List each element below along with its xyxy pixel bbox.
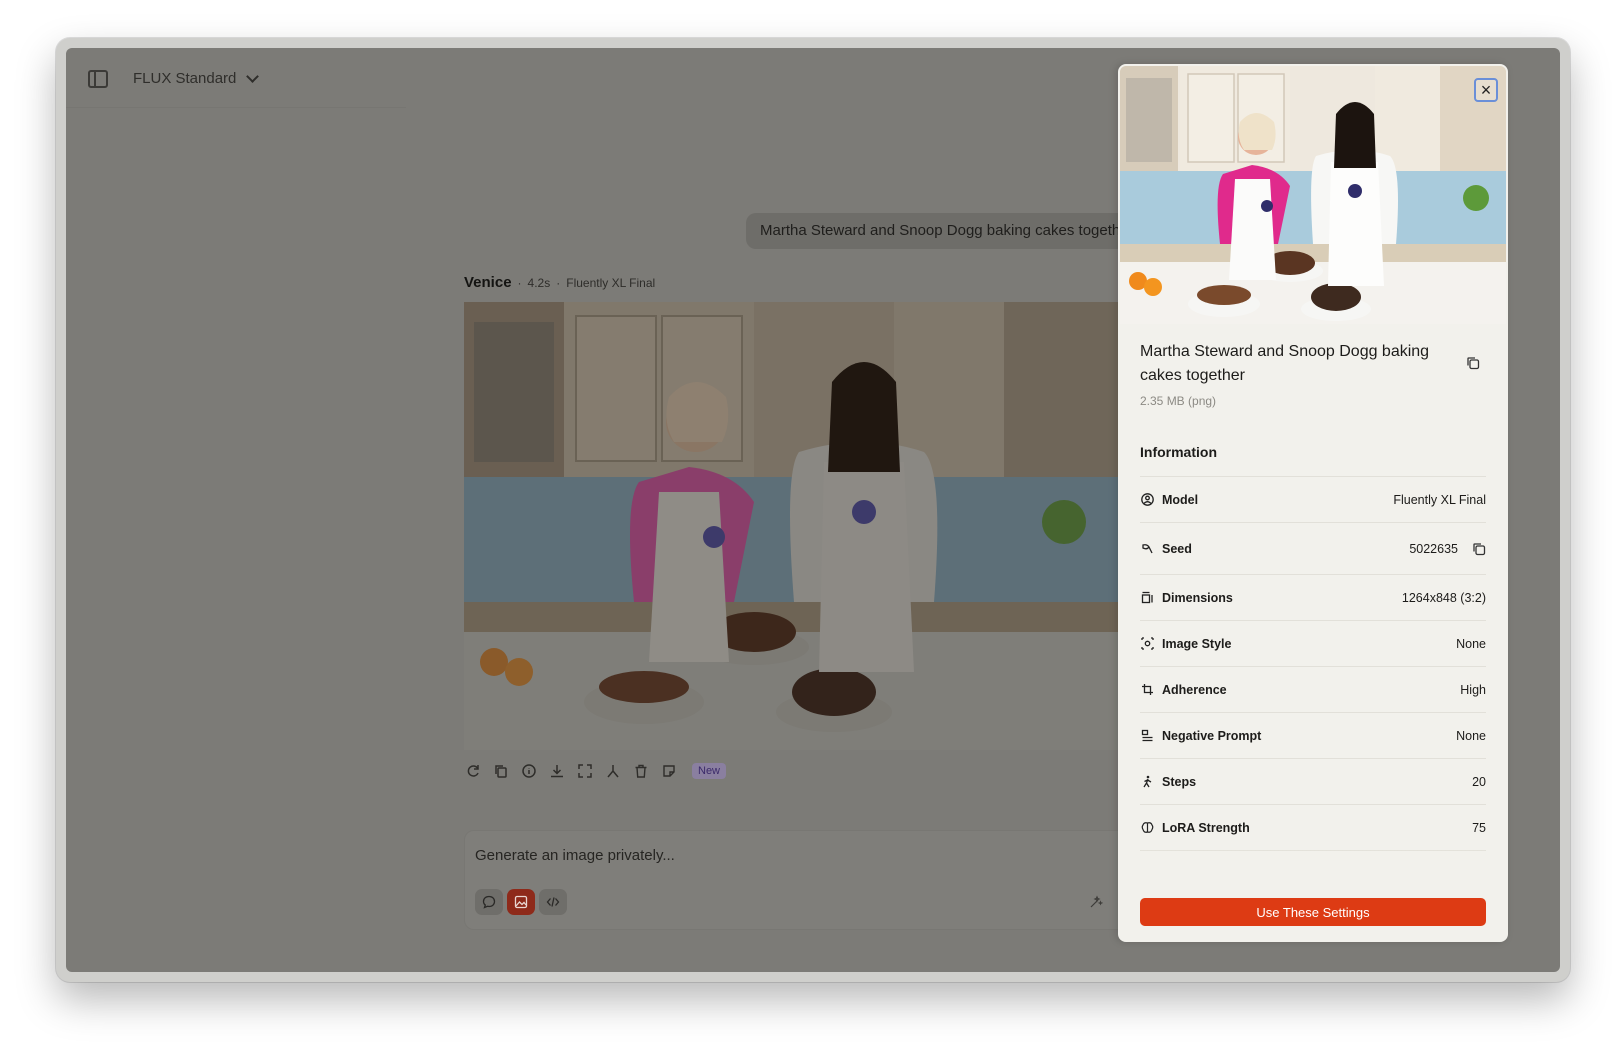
model-select-label: FLUX Standard [133, 70, 237, 87]
prompt-input[interactable] [475, 843, 1075, 867]
app-content: FLUX Standard Martha Steward and Snoop D… [66, 48, 1560, 972]
bot-meta: Venice · 4.2s · Fluently XL Final [464, 274, 656, 291]
seed-icon [1140, 542, 1154, 556]
close-icon[interactable]: × [1474, 78, 1498, 102]
info-icon[interactable] [520, 762, 538, 780]
enhance-prompt-icon[interactable] [1083, 889, 1109, 915]
new-badge: New [692, 763, 727, 779]
info-row-image-style: Image Style None [1140, 620, 1486, 666]
info-row-seed: Seed 5022635 [1140, 522, 1486, 574]
info-list: Model Fluently XL Final Seed 5022635 Dim… [1140, 476, 1486, 878]
kitchen-scene-illustration [464, 302, 1124, 750]
text-lines-icon [1140, 729, 1154, 743]
prompt-input-box [464, 830, 1164, 930]
regenerate-icon[interactable] [464, 762, 482, 780]
bot-name: Venice [464, 274, 512, 291]
note-icon[interactable] [660, 762, 678, 780]
dimensions-icon [1140, 591, 1154, 605]
model-select[interactable]: FLUX Standard [133, 69, 260, 87]
image-mode-button[interactable] [507, 889, 535, 915]
mode-buttons [475, 889, 567, 915]
use-these-settings-button[interactable]: Use These Settings [1140, 898, 1486, 926]
info-row-dimensions: Dimensions 1264x848 (3:2) [1140, 574, 1486, 620]
prompt-title: Martha Steward and Snoop Dogg baking cak… [1140, 343, 1430, 384]
info-row-model: Model Fluently XL Final [1140, 476, 1486, 522]
image-details-panel: × Martha Steward and Snoop Dogg baking c… [1118, 64, 1508, 942]
user-message: Martha Steward and Snoop Dogg baking cak… [746, 213, 1148, 249]
info-row-negative-prompt: Negative Prompt None [1140, 712, 1486, 758]
info-row-lora-strength: LoRA Strength 75 [1140, 804, 1486, 850]
user-circle-icon [1140, 493, 1154, 507]
copy-prompt-icon[interactable] [1466, 356, 1482, 372]
copy-icon[interactable] [492, 762, 510, 780]
bot-time: 4.2s [527, 276, 551, 290]
code-icon [546, 897, 560, 907]
expand-icon[interactable] [576, 762, 594, 780]
text-mode-button[interactable] [475, 889, 503, 915]
panel-image-preview[interactable]: × [1120, 66, 1506, 324]
code-mode-button[interactable] [539, 889, 567, 915]
information-heading: Information [1140, 444, 1217, 460]
kitchen-scene-thumbnail [1120, 66, 1506, 324]
image-actions: New [464, 762, 727, 780]
top-bar: FLUX Standard [66, 48, 406, 108]
info-row-adherence: Adherence High [1140, 666, 1486, 712]
copy-seed-icon[interactable] [1472, 542, 1486, 556]
bot-model: Fluently XL Final [566, 276, 656, 290]
file-size: 2.35 MB (png) [1140, 394, 1217, 408]
style-icon [1140, 637, 1154, 651]
sidebar-toggle-icon[interactable] [88, 70, 108, 88]
chevron-down-icon [246, 69, 260, 83]
image-icon [514, 895, 528, 909]
branch-icon[interactable] [604, 762, 622, 780]
download-icon[interactable] [548, 762, 566, 780]
chat-bubble-icon [482, 895, 496, 909]
brain-icon [1140, 821, 1154, 835]
walking-icon [1140, 775, 1154, 789]
info-row-steps: Steps 20 [1140, 758, 1486, 804]
app-window: FLUX Standard Martha Steward and Snoop D… [56, 38, 1570, 982]
crop-icon [1140, 683, 1154, 697]
scroll-fade [1140, 848, 1486, 878]
generated-image[interactable] [464, 302, 1124, 750]
trash-icon[interactable] [632, 762, 650, 780]
